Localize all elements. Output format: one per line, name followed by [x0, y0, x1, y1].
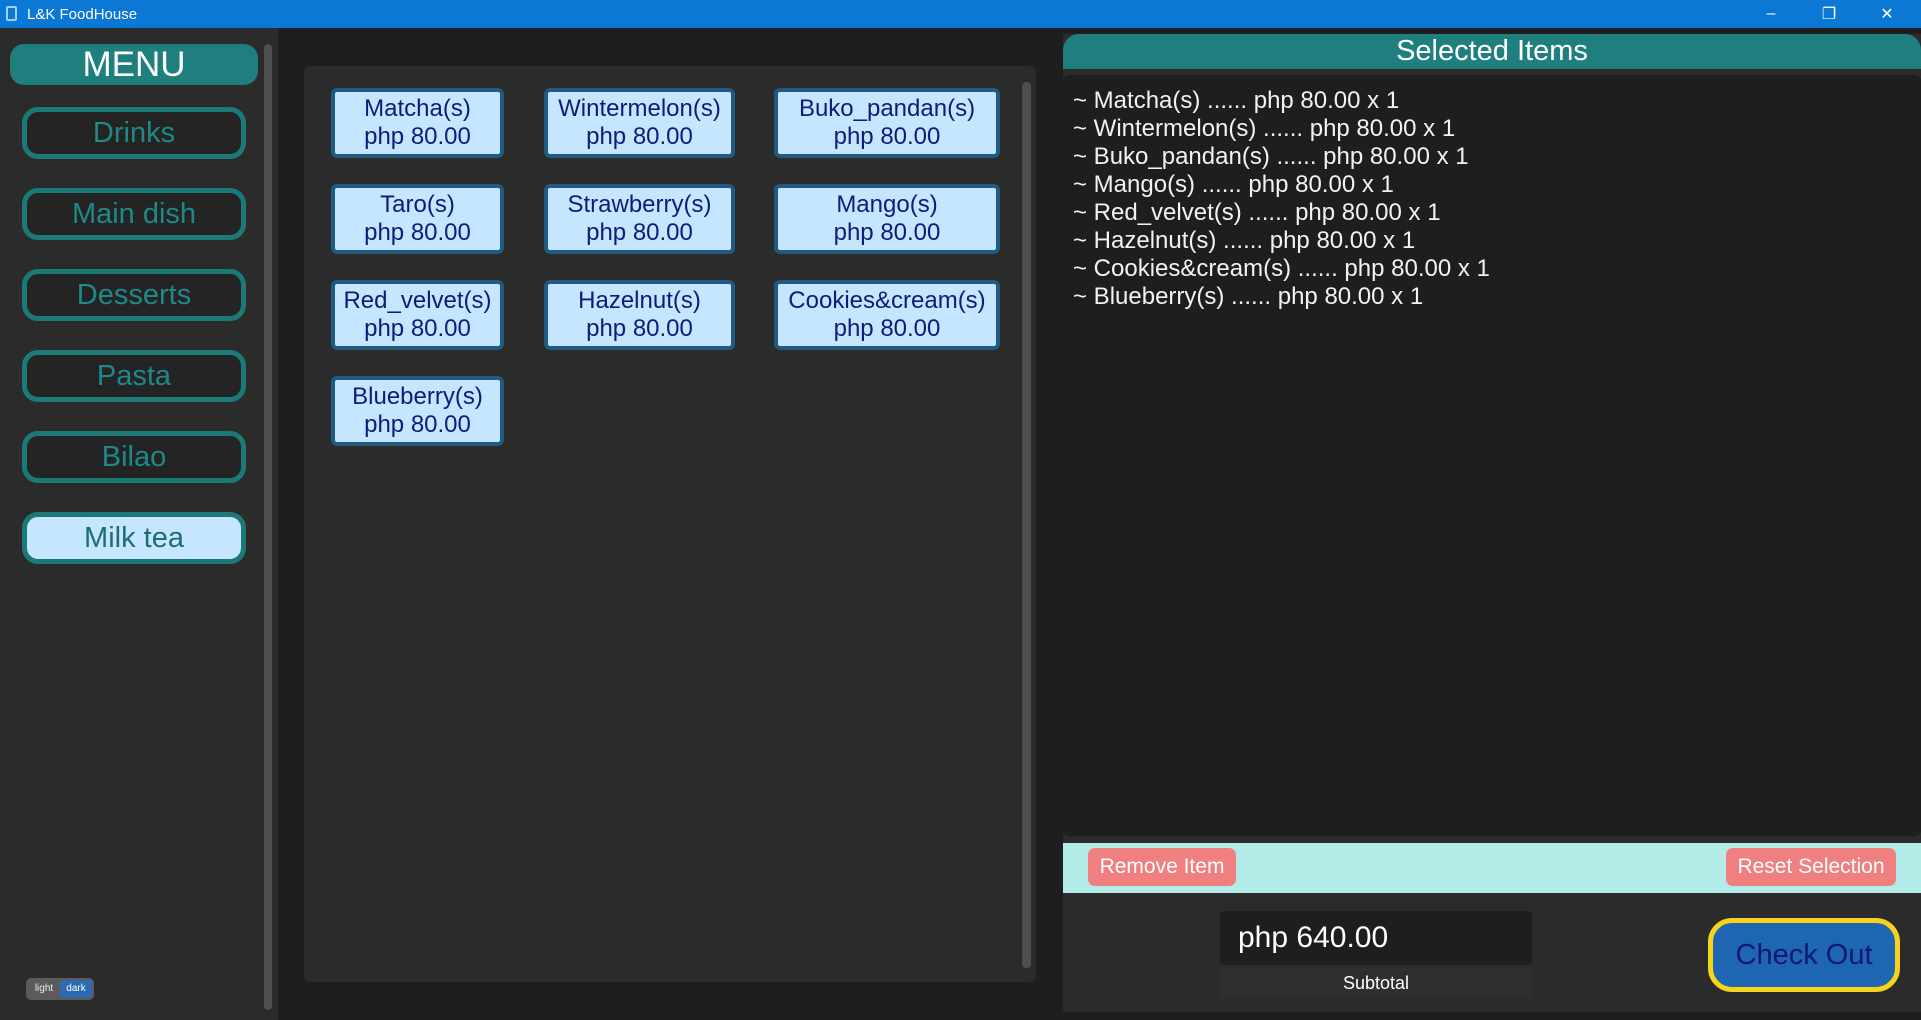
maximize-button[interactable]: ❐ — [1800, 0, 1858, 28]
selected-item-line[interactable]: ~ Blueberry(s) ...... php 80.00 x 1 — [1073, 283, 1423, 311]
menu-scrollbar[interactable] — [264, 44, 272, 1010]
checkout-button[interactable]: Check Out — [1708, 918, 1900, 992]
title-bar: L&K FoodHouse – ❐ ✕ — [0, 0, 1921, 28]
item-price: php 80.00 — [364, 315, 471, 342]
selected-item-line[interactable]: ~ Buko_pandan(s) ...... php 80.00 x 1 — [1073, 143, 1469, 171]
item-price: php 80.00 — [586, 219, 693, 246]
category-main-dish-button[interactable]: Main dish — [22, 188, 246, 240]
item-blueberry-button[interactable]: Blueberry(s) php 80.00 — [331, 376, 504, 446]
item-price: php 80.00 — [586, 123, 693, 150]
selected-item-line[interactable]: ~ Mango(s) ...... php 80.00 x 1 — [1073, 171, 1394, 199]
item-wintermelon-button[interactable]: Wintermelon(s) php 80.00 — [544, 88, 735, 158]
item-price: php 80.00 — [833, 315, 941, 342]
window-title: L&K FoodHouse — [27, 6, 138, 23]
subtotal-label: Subtotal — [1220, 968, 1532, 998]
item-price: php 80.00 — [586, 315, 693, 342]
item-price: php 80.00 — [364, 123, 471, 150]
category-milk-tea-button[interactable]: Milk tea — [22, 512, 246, 564]
item-price: php 80.00 — [364, 411, 471, 438]
category-drinks-button[interactable]: Drinks — [22, 107, 246, 159]
selected-items-header: Selected Items — [1063, 34, 1921, 69]
items-scrollbar[interactable] — [1022, 82, 1031, 968]
item-name: Hazelnut(s) — [578, 287, 701, 314]
selected-item-line[interactable]: ~ Red_velvet(s) ...... php 80.00 x 1 — [1073, 199, 1441, 227]
selected-item-line[interactable]: ~ Wintermelon(s) ...... php 80.00 x 1 — [1073, 115, 1455, 143]
item-hazelnut-button[interactable]: Hazelnut(s) php 80.00 — [544, 280, 735, 350]
category-desserts-button[interactable]: Desserts — [22, 269, 246, 321]
menu-panel: MENU Drinks Main dish Desserts Pasta Bil… — [0, 28, 278, 1020]
item-price: php 80.00 — [833, 123, 941, 150]
item-red-velvet-button[interactable]: Red_velvet(s) php 80.00 — [331, 280, 504, 350]
item-taro-button[interactable]: Taro(s) php 80.00 — [331, 184, 504, 254]
category-bilao-button[interactable]: Bilao — [22, 431, 246, 483]
selected-item-line[interactable]: ~ Matcha(s) ...... php 80.00 x 1 — [1073, 87, 1399, 115]
item-strawberry-button[interactable]: Strawberry(s) php 80.00 — [544, 184, 735, 254]
theme-toggle[interactable]: light dark — [26, 978, 94, 1000]
item-name: Mango(s) — [836, 191, 938, 218]
item-name: Matcha(s) — [364, 95, 471, 122]
menu-header: MENU — [10, 44, 258, 85]
item-price: php 80.00 — [833, 219, 941, 246]
reset-selection-button[interactable]: Reset Selection — [1726, 848, 1896, 886]
item-name: Wintermelon(s) — [558, 95, 721, 122]
app-icon — [6, 6, 17, 21]
item-name: Strawberry(s) — [567, 191, 712, 218]
theme-light-option[interactable]: light — [28, 980, 60, 998]
item-name: Blueberry(s) — [352, 383, 483, 410]
item-name: Buko_pandan(s) — [798, 95, 976, 122]
minimize-button[interactable]: – — [1742, 0, 1800, 28]
category-pasta-button[interactable]: Pasta — [22, 350, 246, 402]
item-matcha-button[interactable]: Matcha(s) php 80.00 — [331, 88, 504, 158]
remove-item-button[interactable]: Remove Item — [1088, 848, 1236, 886]
theme-dark-option[interactable]: dark — [60, 980, 92, 998]
item-buko-pandan-button[interactable]: Buko_pandan(s) php 80.00 — [774, 88, 1000, 158]
selected-item-line[interactable]: ~ Hazelnut(s) ...... php 80.00 x 1 — [1073, 227, 1415, 255]
selected-item-line[interactable]: ~ Cookies&cream(s) ...... php 80.00 x 1 — [1073, 255, 1490, 283]
item-name: Taro(s) — [380, 191, 455, 218]
item-name: Cookies&cream(s) — [788, 287, 986, 314]
subtotal-value: php 640.00 — [1220, 911, 1532, 965]
item-name: Red_velvet(s) — [343, 287, 492, 314]
close-button[interactable]: ✕ — [1858, 0, 1916, 28]
item-price: php 80.00 — [364, 219, 471, 246]
item-mango-button[interactable]: Mango(s) php 80.00 — [774, 184, 1000, 254]
item-cookies-cream-button[interactable]: Cookies&cream(s) php 80.00 — [774, 280, 1000, 350]
